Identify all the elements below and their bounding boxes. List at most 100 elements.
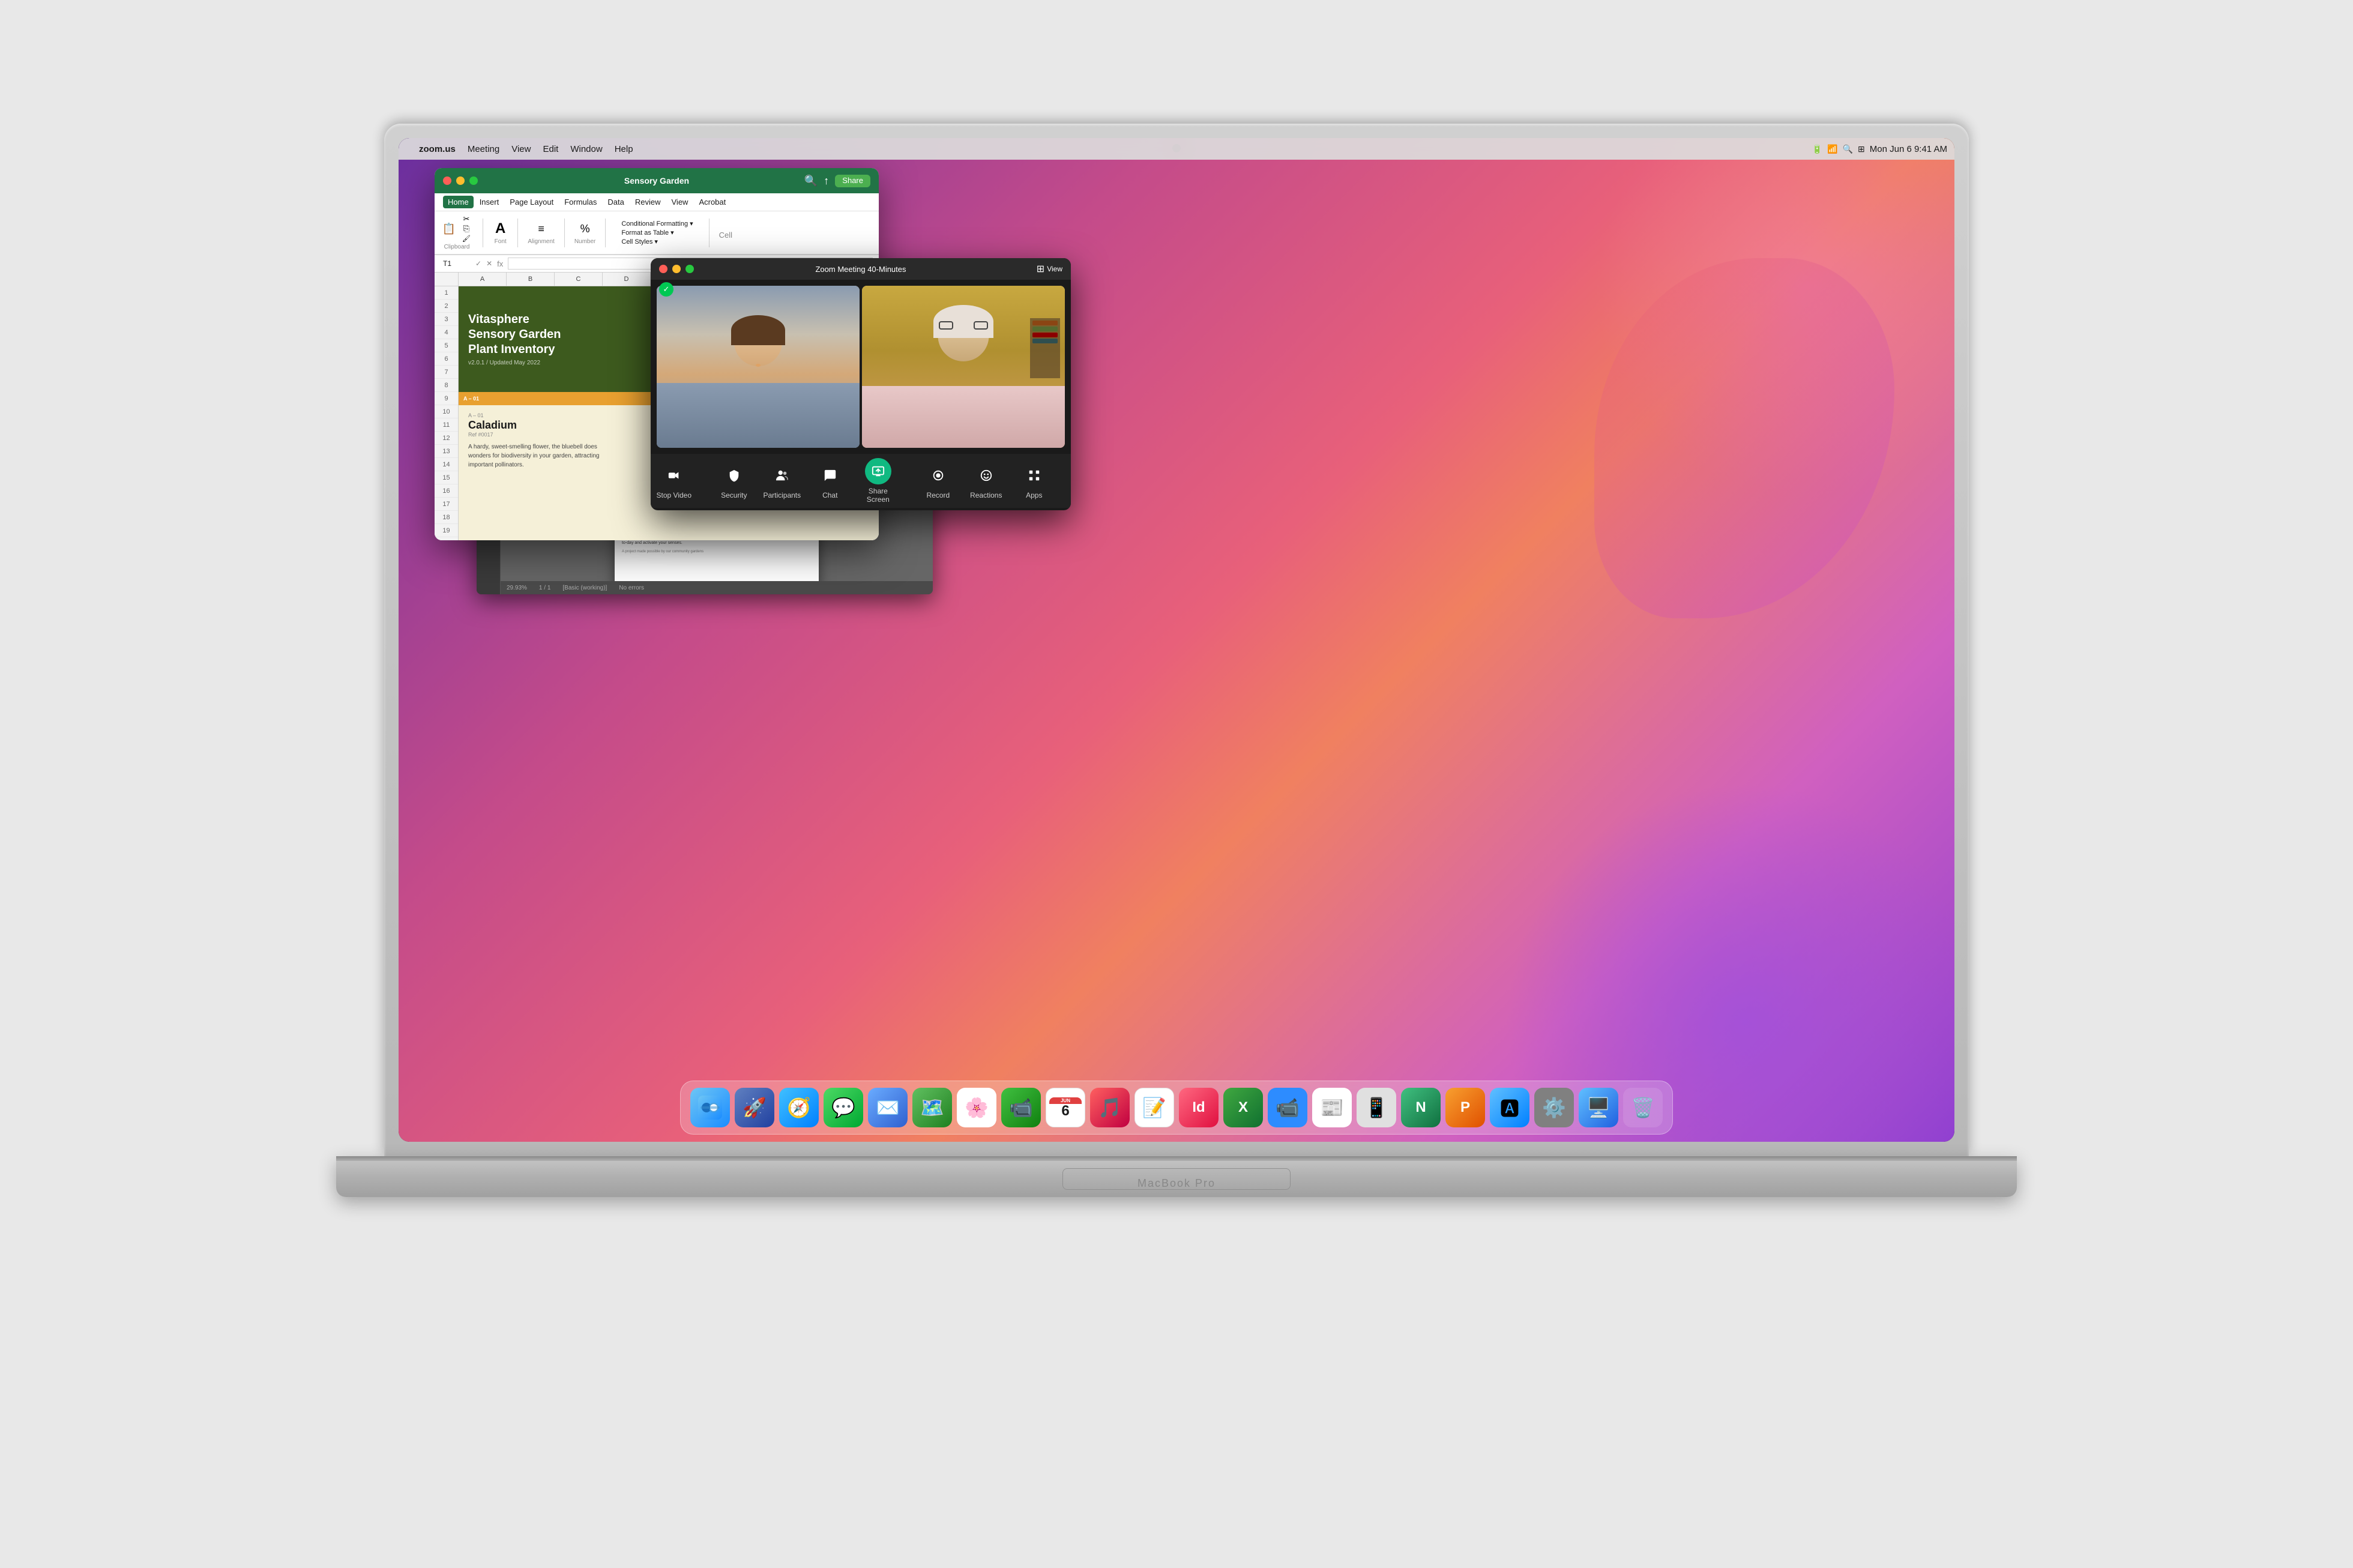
- dock-airplay[interactable]: 📱: [1357, 1088, 1396, 1127]
- dock-indesign[interactable]: Id: [1179, 1088, 1219, 1127]
- excel-search-icon[interactable]: 🔍: [804, 175, 818, 187]
- emoji-svg: [980, 469, 993, 482]
- excel-menu-formulas[interactable]: Formulas: [559, 196, 601, 208]
- col-c-header: C: [555, 273, 603, 286]
- zoom-dock-icon: 📹: [1276, 1096, 1300, 1119]
- excel-share-button[interactable]: Share: [835, 175, 870, 187]
- share-screen-svg: [872, 465, 885, 478]
- dock-music[interactable]: 🎵: [1090, 1088, 1130, 1127]
- apps-label: Apps: [1026, 491, 1042, 499]
- excel-share-icon[interactable]: ↑: [824, 175, 829, 187]
- record-button[interactable]: Record: [920, 462, 956, 499]
- excel-ribbon: Home Insert Page Layout Formulas Data Re…: [435, 193, 879, 255]
- window-close-button[interactable]: [443, 176, 451, 185]
- airplay-icon: 📱: [1364, 1096, 1388, 1119]
- app-menu-window[interactable]: Window: [565, 143, 607, 155]
- dock-calendar[interactable]: JUN 6: [1046, 1088, 1085, 1127]
- calendar-display: JUN 6: [1049, 1097, 1082, 1118]
- app-menu-meeting[interactable]: Meeting: [463, 143, 504, 155]
- dock-photos[interactable]: 🌸: [957, 1088, 996, 1127]
- zoom-minimize-button[interactable]: [672, 265, 681, 273]
- caladium-description: A hardy, sweet-smelling flower, the blue…: [468, 442, 600, 469]
- dock-numbers[interactable]: N: [1401, 1088, 1441, 1127]
- row-numbers: 1 2 3 4 5 6 7 8 9 10 11: [435, 286, 459, 540]
- paste-icon[interactable]: 📋: [441, 220, 457, 237]
- person1-body: [657, 383, 860, 448]
- row-2-num: 2: [435, 300, 458, 313]
- dock-finder[interactable]: [690, 1088, 730, 1127]
- dock-appstore[interactable]: 🅰: [1490, 1088, 1529, 1127]
- zoom-maximize-button[interactable]: [685, 265, 694, 273]
- row-11-num: 11: [435, 418, 458, 432]
- app-menu-edit[interactable]: Edit: [538, 143, 563, 155]
- excel-menu-insert[interactable]: Insert: [475, 196, 504, 208]
- chat-label: Chat: [822, 491, 837, 499]
- percent-icon[interactable]: %: [577, 220, 594, 237]
- dock-launchpad[interactable]: 🚀: [735, 1088, 774, 1127]
- battery-icon: 🔋: [1812, 144, 1822, 154]
- indesign-statusbar: 29.93% 1 / 1 [Basic (working)] No errors: [501, 581, 933, 594]
- font-label: Font: [495, 238, 507, 245]
- stop-video-button[interactable]: Stop Video: [656, 462, 692, 499]
- dock-maps[interactable]: 🗺️: [912, 1088, 952, 1127]
- share-screen-button[interactable]: Share Screen: [860, 458, 896, 504]
- reactions-button[interactable]: Reactions: [968, 462, 1004, 499]
- excel-menu-review[interactable]: Review: [630, 196, 666, 208]
- excel-menu-bar: Home Insert Page Layout Formulas Data Re…: [435, 193, 879, 211]
- dock-pages[interactable]: P: [1445, 1088, 1485, 1127]
- stop-video-label: Stop Video: [657, 491, 692, 499]
- format-table-item[interactable]: Format as Table ▾: [621, 229, 693, 237]
- window-maximize-button[interactable]: [469, 176, 478, 185]
- row-12-num: 12: [435, 432, 458, 445]
- search-icon[interactable]: 🔍: [1843, 144, 1853, 154]
- dock-excel[interactable]: X: [1223, 1088, 1263, 1127]
- screen-icon: 🖥️: [1586, 1096, 1610, 1119]
- row-1-num: 1: [435, 286, 458, 300]
- formula-cancel[interactable]: ✕: [486, 259, 492, 268]
- chat-button[interactable]: Chat: [812, 462, 848, 499]
- toolbar-clipboard-group: 📋 ✂ ⎘ 🖌 Clipboard: [441, 215, 473, 250]
- app-menu-zoom[interactable]: zoom.us: [414, 143, 460, 155]
- excel-menu-home[interactable]: Home: [443, 196, 474, 208]
- row-20-num: 20: [435, 537, 458, 540]
- formula-checkmark[interactable]: ✓: [475, 259, 481, 268]
- person1-hair: [731, 315, 785, 345]
- view-grid-icon: ⊞: [1037, 263, 1044, 275]
- conditional-formatting-item[interactable]: Conditional Formatting ▾: [621, 220, 693, 228]
- dock-mail[interactable]: ✉️: [868, 1088, 908, 1127]
- format-painter-icon[interactable]: 🖌: [460, 234, 473, 243]
- dock-trash[interactable]: 🗑️: [1623, 1088, 1663, 1127]
- dock-screen[interactable]: 🖥️: [1579, 1088, 1618, 1127]
- zoom-close-button[interactable]: [659, 265, 667, 273]
- row-13-num: 13: [435, 445, 458, 458]
- window-minimize-button[interactable]: [456, 176, 465, 185]
- excel-menu-acrobat[interactable]: Acrobat: [694, 196, 731, 208]
- dock-facetime[interactable]: 📹: [1001, 1088, 1041, 1127]
- big-font-icon[interactable]: A: [493, 220, 508, 237]
- cut-icon[interactable]: ✂: [460, 215, 473, 223]
- align-icon[interactable]: ≡: [533, 220, 550, 237]
- dock-system-prefs[interactable]: ⚙️: [1534, 1088, 1574, 1127]
- toolbar-sep-5: [709, 219, 710, 247]
- apps-button[interactable]: Apps: [1016, 462, 1052, 499]
- app-menu-view[interactable]: View: [507, 143, 535, 155]
- copy-icon[interactable]: ⎘: [460, 225, 473, 233]
- dock-news[interactable]: 📰: [1312, 1088, 1352, 1127]
- participants-button[interactable]: Participants: [764, 462, 800, 499]
- dock-reminders[interactable]: 📝: [1134, 1088, 1174, 1127]
- dock-messages[interactable]: 💬: [824, 1088, 863, 1127]
- excel-dock-icon: X: [1238, 1099, 1248, 1116]
- person1-video: [657, 286, 860, 448]
- excel-menu-view[interactable]: View: [667, 196, 693, 208]
- zoom-view-button[interactable]: ⊞ View: [1037, 263, 1062, 275]
- cell-styles-item[interactable]: Cell Styles ▾: [621, 238, 693, 246]
- dock-safari[interactable]: 🧭: [779, 1088, 819, 1127]
- zoom-meeting-window[interactable]: Zoom Meeting 40-Minutes ⊞ View ✓: [651, 258, 1071, 510]
- excel-menu-pagelayout[interactable]: Page Layout: [505, 196, 558, 208]
- controlcenter-icon[interactable]: ⊞: [1858, 144, 1865, 154]
- security-button[interactable]: Security: [716, 462, 752, 499]
- dock-zoom[interactable]: 📹: [1268, 1088, 1307, 1127]
- excel-menu-data[interactable]: Data: [603, 196, 628, 208]
- app-menu-help[interactable]: Help: [610, 143, 638, 155]
- zoom-meeting-title: Zoom Meeting 40-Minutes: [815, 265, 906, 274]
